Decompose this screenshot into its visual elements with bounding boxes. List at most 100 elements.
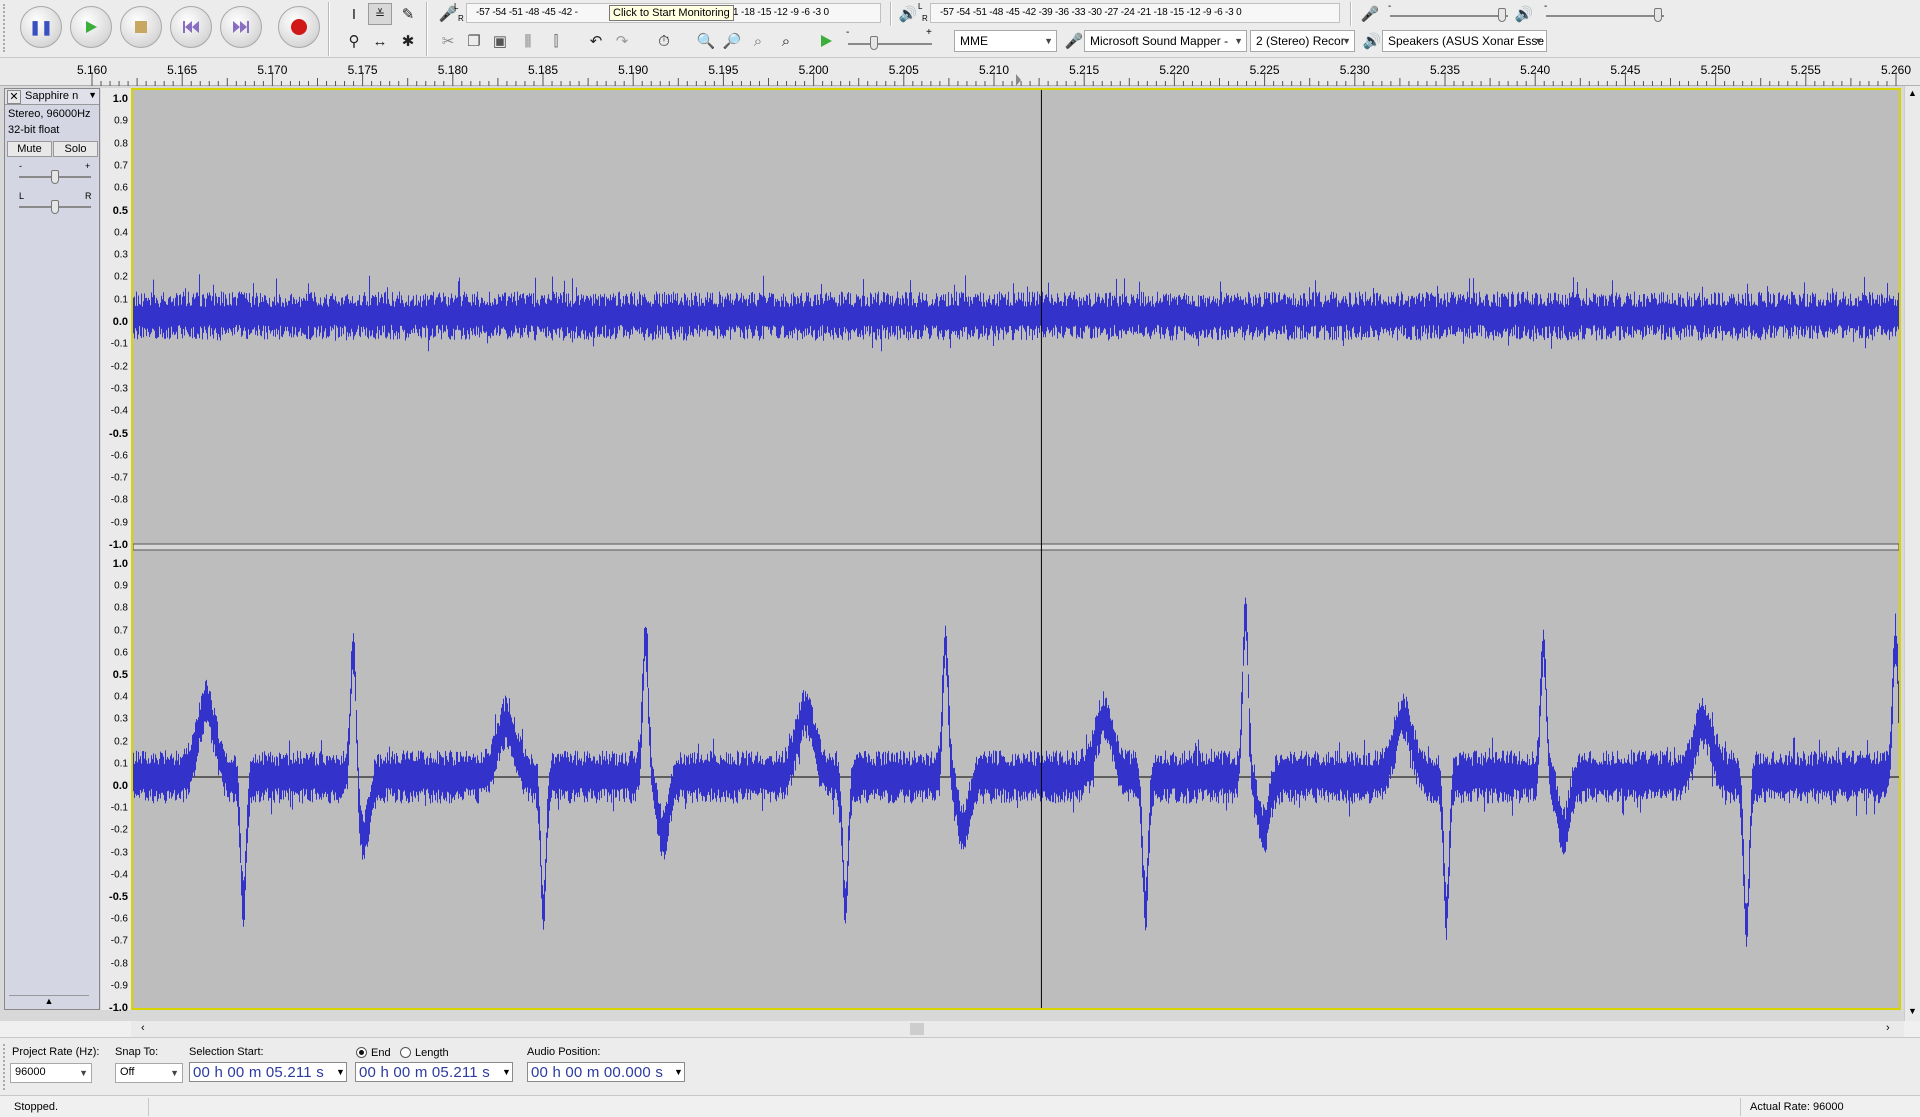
paste-button[interactable]: ▣ xyxy=(488,30,512,52)
record-volume-button[interactable]: 🎤 xyxy=(1358,3,1382,25)
speaker-icon: 🔊 xyxy=(1514,6,1534,23)
skip-to-end-button[interactable] xyxy=(220,6,262,48)
skip-start-icon xyxy=(183,21,199,33)
horizontal-scrollbar[interactable]: ‹ › xyxy=(131,1021,1904,1037)
playback-volume-button[interactable]: 🔊 xyxy=(1512,3,1536,25)
snap-to-select[interactable]: Off ▼ xyxy=(115,1063,183,1083)
undo-button[interactable]: ↶ xyxy=(584,30,608,52)
project-rate-select[interactable]: 96000 ▼ xyxy=(10,1063,92,1083)
selection-toolbar-grip[interactable] xyxy=(3,1044,7,1090)
audacity-window: ❚❚ I ≚ ✎ ⚲ ↔ ✱ 🎤 L R -57 -54 -51 -48 -45 xyxy=(0,0,1920,1117)
selection-start-format-icon[interactable]: ▼ xyxy=(336,1067,345,1077)
redo-button[interactable]: ↷ xyxy=(610,30,634,52)
gain-thumb[interactable] xyxy=(51,170,59,184)
scroll-right-icon[interactable]: › xyxy=(1886,1022,1890,1034)
collapse-track-button[interactable]: ▲ xyxy=(9,995,89,1007)
selection-start-time[interactable]: 00 h 00 m 05.211 s xyxy=(189,1062,347,1082)
vruler-label: -1.0 xyxy=(109,539,128,551)
selection-end-format-icon[interactable]: ▼ xyxy=(502,1067,511,1077)
trim-icon: ⫼ xyxy=(524,32,532,50)
vruler-label: -0.7 xyxy=(110,935,128,947)
vruler-label: 0.6 xyxy=(114,182,128,194)
multi-tool[interactable]: ✱ xyxy=(396,30,420,52)
record-button[interactable] xyxy=(278,6,320,48)
playback-volume-slider[interactable] xyxy=(1546,15,1664,17)
audio-position-time[interactable]: 00 h 00 m 00.000 s xyxy=(527,1062,685,1082)
redo-icon: ↷ xyxy=(615,33,629,50)
timeline-ruler[interactable]: 5.160 5.165 5.170 5.175 5.180 5.185 5.190 5.195… xyxy=(0,58,1920,86)
audio-host-select[interactable]: MME ▼ xyxy=(954,30,1057,52)
playback-device-select[interactable]: Speakers (ASUS Xonar Esse ▼ xyxy=(1382,30,1547,52)
sync-lock-button[interactable]: ⏱ xyxy=(652,30,676,52)
play-speed-slider[interactable] xyxy=(848,43,932,45)
envelope-icon: ≚ xyxy=(374,7,386,21)
copy-button[interactable]: ❐ xyxy=(462,30,486,52)
envelope-tool[interactable]: ≚ xyxy=(368,3,392,25)
recording-channels-select[interactable]: 2 (Stereo) Recor ▼ xyxy=(1250,30,1355,52)
play-speed-thumb[interactable] xyxy=(870,36,878,50)
fit-project-button[interactable]: ⌕ xyxy=(774,30,798,52)
pause-button[interactable]: ❚❚ xyxy=(20,6,62,48)
trim-button[interactable]: ⫼ xyxy=(516,30,540,52)
end-radio[interactable] xyxy=(356,1047,367,1058)
chevron-down-icon: ▼ xyxy=(1044,36,1053,46)
track-control-panel[interactable]: ✕ Sapphire n ▼ Stereo, 96000Hz 32-bit fl… xyxy=(4,88,100,1010)
audio-position-label: Audio Position: xyxy=(527,1046,601,1058)
selection-end-time[interactable]: 00 h 00 m 05.211 s xyxy=(355,1062,513,1082)
record-volume-thumb[interactable] xyxy=(1498,8,1506,22)
vruler-label: 1.0 xyxy=(112,93,128,105)
mute-button[interactable]: Mute xyxy=(7,141,52,157)
audio-position-format-icon[interactable]: ▼ xyxy=(674,1067,683,1077)
zoom-in-button[interactable]: 🔍 xyxy=(694,30,718,52)
selection-tool[interactable]: I xyxy=(342,3,366,25)
scroll-down-icon[interactable]: ▼ xyxy=(1908,1006,1917,1016)
close-track-button[interactable]: ✕ xyxy=(7,90,21,104)
vruler-label: -0.6 xyxy=(110,450,128,462)
play-at-speed-button[interactable] xyxy=(814,30,838,52)
vertical-ruler[interactable]: 1.0 0.9 0.8 0.7 0.6 0.5 0.4 0.3 0.2 0.1 0.0 -0.1 -0.… xyxy=(101,88,131,1014)
vruler-label: -0.8 xyxy=(110,958,128,970)
track-name-menu[interactable]: Sapphire n ▼ xyxy=(23,90,99,104)
vruler-label: 0.4 xyxy=(114,227,128,239)
channel xyxy=(133,597,1899,947)
cut-button[interactable]: ✂ xyxy=(436,30,460,52)
vertical-scrollbar[interactable]: ▲ ▼ xyxy=(1904,86,1920,1021)
record-volume-slider[interactable] xyxy=(1390,15,1508,17)
solo-button[interactable]: Solo xyxy=(53,141,98,157)
vruler-label: 0.0 xyxy=(112,316,128,328)
fit-selection-button[interactable]: ⌕ xyxy=(746,30,770,52)
track-bitdepth: 32-bit float xyxy=(8,124,60,136)
waveform[interactable] xyxy=(133,90,1899,1008)
recording-device-select[interactable]: Microsoft Sound Mapper - ▼ xyxy=(1084,30,1247,52)
scroll-up-icon[interactable]: ▲ xyxy=(1908,88,1917,98)
copy-icon: ❐ xyxy=(467,33,481,50)
vruler-label: -0.4 xyxy=(110,869,128,881)
vruler-label: 0.7 xyxy=(114,625,128,637)
stop-button[interactable] xyxy=(120,6,162,48)
scroll-thumb[interactable] xyxy=(910,1023,924,1035)
waveform-canvas[interactable] xyxy=(131,88,1901,1010)
record-meter-scale-left: -57 -54 -51 -48 -45 -42 - xyxy=(476,7,578,18)
length-radio[interactable] xyxy=(400,1047,411,1058)
pan-left-label: L xyxy=(19,191,25,201)
zoom-out-button[interactable]: 🔎 xyxy=(720,30,744,52)
skip-to-start-button[interactable] xyxy=(170,6,212,48)
toolbar-grip[interactable] xyxy=(3,4,8,52)
draw-tool[interactable]: ✎ xyxy=(396,3,420,25)
undo-icon: ↶ xyxy=(589,33,603,50)
zoom-tool[interactable]: ⚲ xyxy=(342,30,366,52)
playback-volume-thumb[interactable] xyxy=(1654,8,1662,22)
timeshift-tool[interactable]: ↔ xyxy=(368,30,392,52)
chevron-down-icon: ▼ xyxy=(1534,36,1543,46)
play-button[interactable] xyxy=(70,6,112,48)
pan-right-label: R xyxy=(85,191,92,201)
gain-minus-label: - xyxy=(19,161,22,171)
playback-device-icon: 🔊 xyxy=(1360,30,1384,52)
magnifier-icon: ⚲ xyxy=(348,33,360,50)
vruler-label: 0.0 xyxy=(112,780,128,792)
pan-thumb[interactable] xyxy=(51,200,59,214)
speaker-icon: 🔊 xyxy=(898,6,918,23)
silence-button[interactable]: ⫿ xyxy=(544,30,568,52)
scroll-left-icon[interactable]: ‹ xyxy=(141,1022,145,1034)
playback-meter-button[interactable]: 🔊 xyxy=(896,3,920,25)
